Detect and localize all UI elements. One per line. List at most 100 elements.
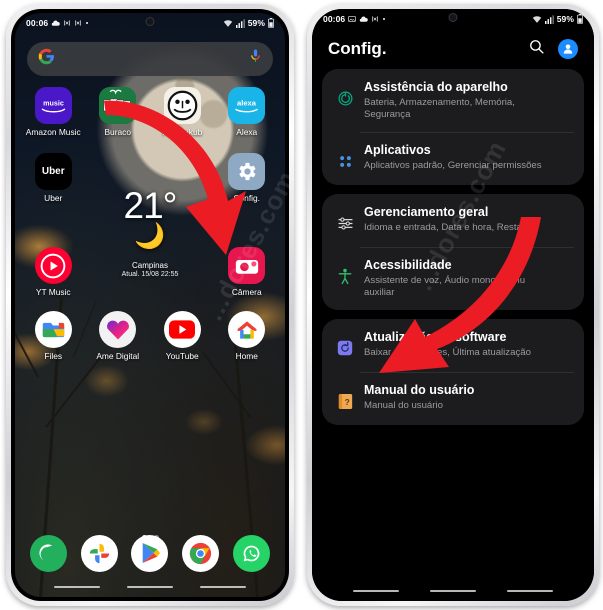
status-time: 00:06: [323, 14, 346, 24]
app-label: Files: [44, 351, 63, 361]
front-camera: [145, 17, 155, 26]
app-label: Config.: [233, 193, 261, 203]
alexa-icon: alexa: [228, 87, 266, 124]
battery-icon: [577, 14, 583, 24]
ame-heart-icon: [99, 311, 137, 348]
dot-icon: [382, 17, 386, 21]
google-photos-icon[interactable]: [80, 534, 118, 572]
sliders-icon: [332, 210, 358, 236]
phone-left-bezel: 00:06 59% music Amazon Music Q K A Burac…: [11, 9, 289, 601]
search-icon[interactable]: [528, 38, 545, 60]
app-buraco[interactable]: Q K A Buraco: [87, 87, 149, 137]
app-youtube[interactable]: YouTube: [151, 311, 213, 361]
cloud-icon: [51, 19, 61, 28]
app-label: Alexa: [236, 127, 258, 137]
microphone-icon[interactable]: [249, 49, 262, 69]
svg-text:music: music: [43, 99, 64, 107]
status-time: 00:06: [26, 18, 49, 28]
app-empty-slot: [87, 247, 149, 297]
app-label: Amazon Music: [25, 127, 81, 137]
camera-icon: [228, 247, 266, 284]
app-empty-slot: [151, 247, 213, 297]
uber-icon: Uber: [34, 153, 72, 190]
home-screen: 00:06 59% music Amazon Music Q K A Burac…: [15, 13, 285, 597]
app-rummikub[interactable]: Rummikub: [151, 87, 213, 137]
settings-item-general-management[interactable]: Gerenciamento geral Idioma e entrada, Da…: [322, 194, 584, 247]
nav-line[interactable]: [199, 585, 246, 589]
screenshot-stage: 00:06 59% music Amazon Music Q K A Burac…: [0, 0, 603, 610]
status-battery-text: 59%: [247, 18, 265, 28]
settings-item-subtitle: Baixar atualizações, Última atualização: [364, 347, 531, 358]
app-config[interactable]: Config.: [216, 153, 278, 203]
app-home[interactable]: Home: [216, 311, 278, 361]
chrome-icon[interactable]: [182, 534, 220, 572]
app-files[interactable]: Files: [22, 311, 84, 361]
settings-item-subtitle: Bateria, Armazenamento, Memória, Seguran…: [364, 97, 515, 120]
svg-text:alexa: alexa: [237, 98, 257, 107]
app-yt-music[interactable]: YT Music: [22, 247, 84, 297]
app-uber[interactable]: Uber Uber: [22, 153, 84, 203]
app-label: YT Music: [35, 287, 71, 297]
nav-line[interactable]: [54, 585, 101, 589]
amazon-music-icon: music: [34, 87, 72, 124]
google-home-icon: [228, 311, 266, 348]
phone-left: 00:06 59% music Amazon Music Q K A Burac…: [6, 4, 294, 606]
whatsapp-icon[interactable]: [233, 534, 271, 572]
svg-text:Q: Q: [107, 102, 111, 107]
google-search-bar[interactable]: [27, 42, 273, 76]
settings-item-subtitle: Manual do usuário: [364, 400, 443, 411]
app-label: Câmera: [231, 287, 262, 297]
settings-item-title: Aplicativos: [364, 143, 431, 157]
settings-item-subtitle: Aplicativos padrão, Gerenciar permissões: [364, 160, 542, 171]
nav-line[interactable]: [126, 585, 173, 589]
settings-group: Atualização de software Baixar atualizaç…: [322, 319, 584, 425]
app-grid: music Amazon Music Q K A Buraco Rummikub…: [15, 87, 285, 365]
status-battery-text: 59%: [556, 14, 574, 24]
app-camera[interactable]: Câmera: [216, 247, 278, 297]
settings-item-title: Gerenciamento geral: [364, 205, 489, 219]
settings-group: Assistência do aparelho Bateria, Armazen…: [322, 69, 584, 185]
signal-icon: [235, 18, 245, 28]
nav-line[interactable]: [429, 589, 476, 593]
settings-item-accessibility[interactable]: Acessibilidade Assistente de voz, Áudio …: [322, 247, 584, 310]
cloud-icon: [359, 15, 369, 24]
navigation-bar: [312, 581, 594, 601]
settings-list: Assistência do aparelho Bateria, Armazen…: [312, 69, 594, 581]
app-alexa[interactable]: alexa Alexa: [216, 87, 278, 137]
device-care-icon: [332, 85, 358, 111]
front-camera: [448, 13, 458, 22]
settings-item-user-manual[interactable]: ? Manual do usuário Manual do usuário: [322, 372, 584, 425]
app-amazon-music[interactable]: music Amazon Music: [22, 87, 84, 137]
app-ame-digital[interactable]: Ame Digital: [87, 311, 149, 361]
apps-grid-icon: [332, 148, 358, 174]
settings-item-title: Acessibilidade: [364, 258, 452, 272]
phone-right-bezel: 00:06 59% Config. Assistência do aparelh…: [312, 9, 594, 601]
signal-icon: [544, 14, 554, 24]
settings-item-title: Atualização de software: [364, 330, 507, 344]
app-row: Files Ame Digital YouTube Home: [15, 311, 285, 361]
phone-icon[interactable]: [29, 534, 67, 572]
app-row: Uber Uber Config.: [15, 153, 285, 203]
settings-item-subtitle: Assistente de voz, Áudio mono, Menu auxi…: [364, 275, 526, 298]
software-update-icon: [332, 335, 358, 361]
app-label: Home: [235, 351, 258, 361]
buraco-cards-icon: Q K A: [99, 87, 137, 124]
play-store-icon[interactable]: [131, 534, 169, 572]
app-label: Rummikub: [162, 127, 203, 137]
settings-item-title: Assistência do aparelho: [364, 80, 508, 94]
nav-line[interactable]: [353, 589, 400, 593]
settings-item-device-care[interactable]: Assistência do aparelho Bateria, Armazen…: [322, 69, 584, 132]
google-g-icon: [38, 48, 55, 70]
youtube-music-icon: [34, 247, 72, 284]
nav-line[interactable]: [506, 589, 553, 593]
settings-item-title: Manual do usuário: [364, 383, 475, 397]
music-note-icon: [63, 19, 71, 27]
music-note-icon: [371, 15, 379, 23]
settings-item-software-update[interactable]: Atualização de software Baixar atualizaç…: [322, 319, 584, 372]
settings-item-apps[interactable]: Aplicativos Aplicativos padrão, Gerencia…: [322, 132, 584, 185]
files-icon: [34, 311, 72, 348]
app-label: YouTube: [165, 351, 199, 361]
account-avatar-icon[interactable]: [558, 39, 578, 59]
app-label: Ame Digital: [96, 351, 140, 361]
gear-icon: [228, 153, 266, 190]
